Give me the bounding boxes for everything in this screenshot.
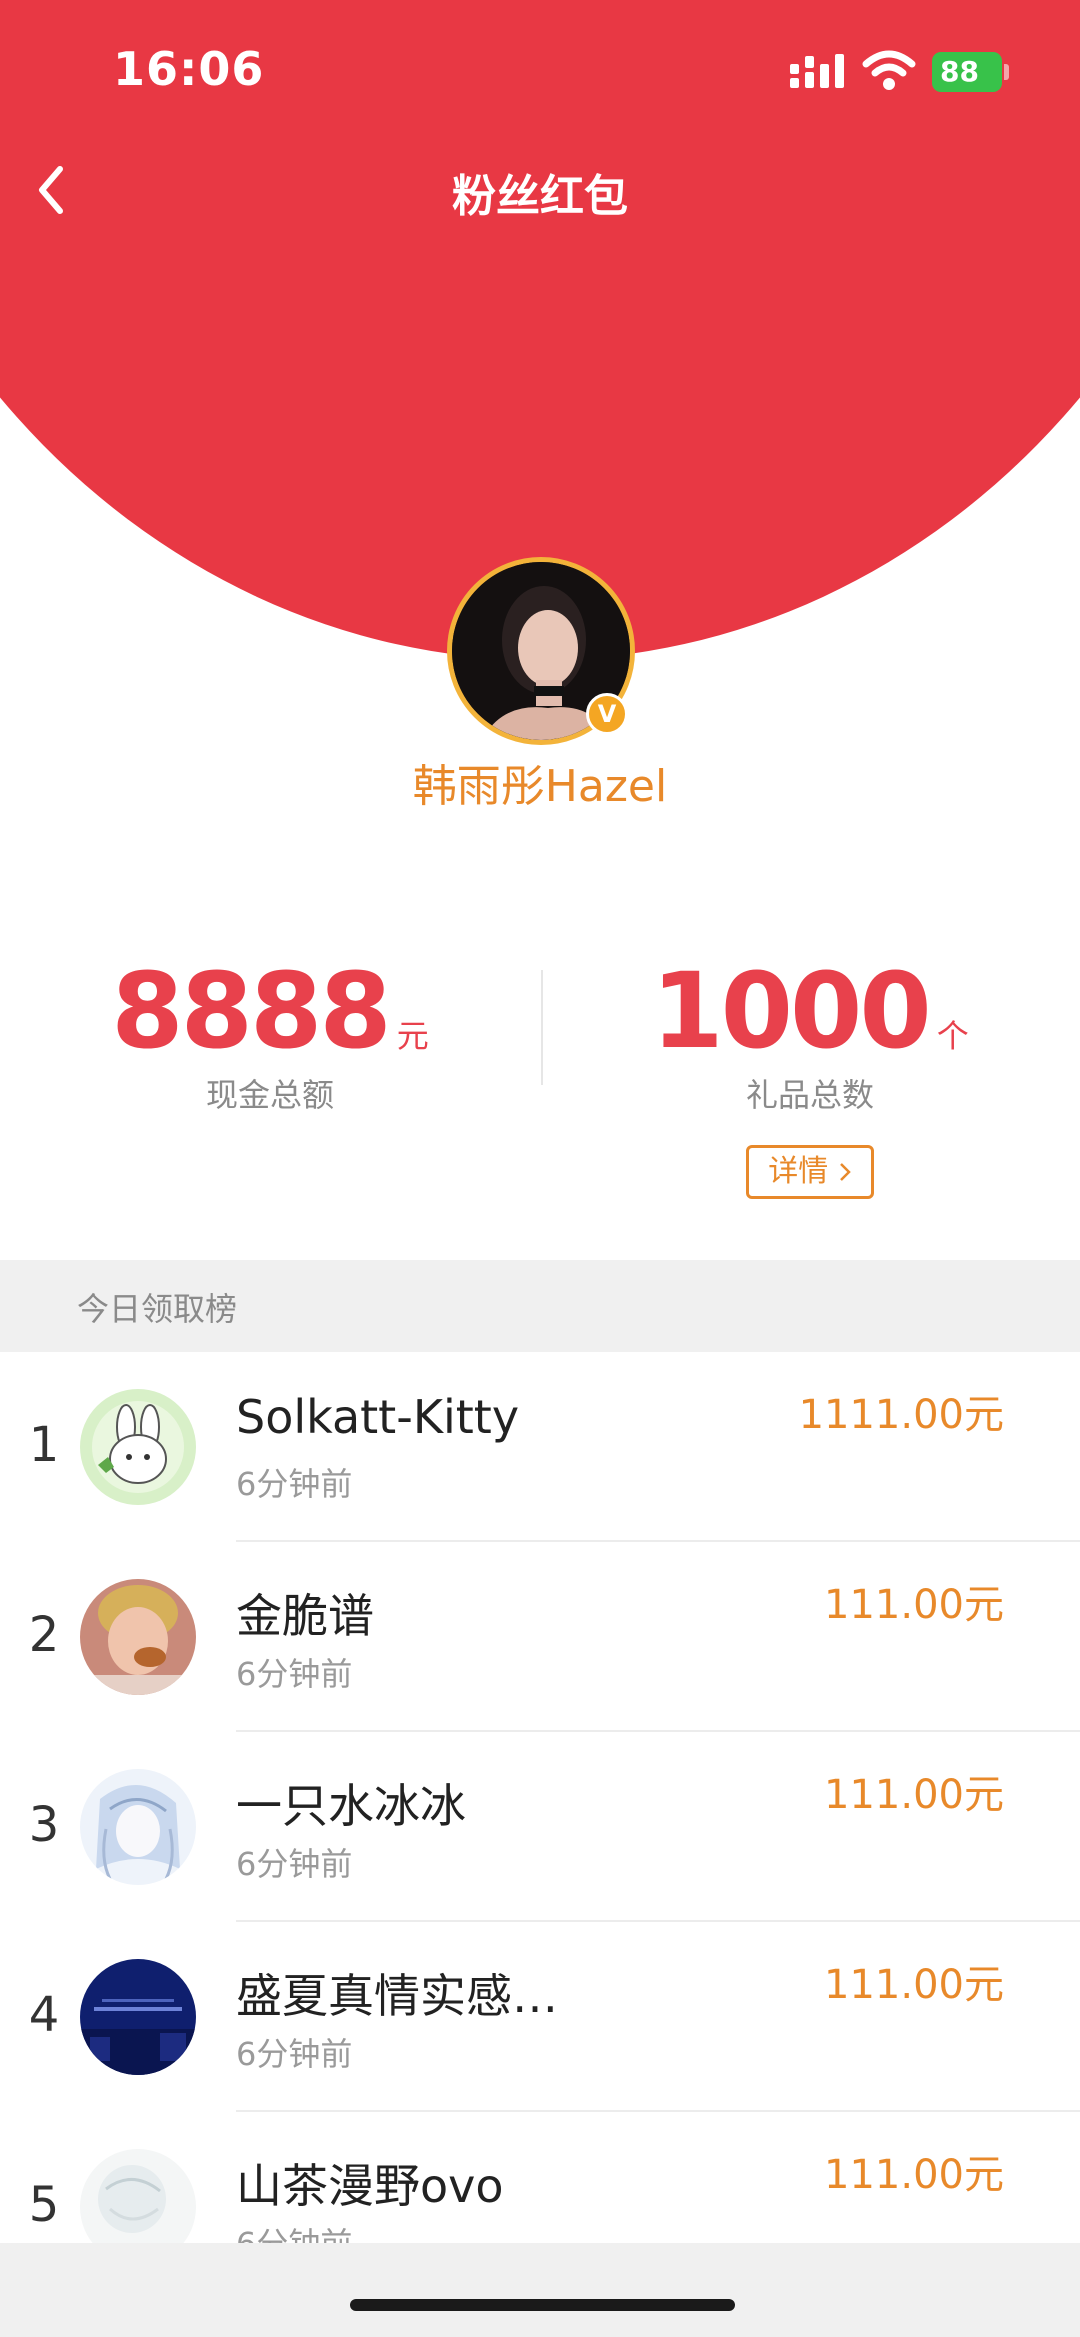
rank-number: 1 [28, 1417, 60, 1473]
user-name: 盛夏真情实感… [236, 1969, 558, 2023]
list-item[interactable]: 3 一只水冰冰 6分钟前 111.00元 [0, 1732, 1080, 1922]
gift-unit: 个 [936, 1017, 969, 1055]
chevron-right-icon [839, 1163, 851, 1181]
profile-name[interactable]: 韩雨彤Hazel [0, 750, 1080, 814]
cash-unit: 元 [396, 1017, 429, 1055]
cash-total-label: 现金总额 [205, 1076, 334, 1114]
leaderboard-title: 今日领取榜 [77, 1290, 238, 1328]
avatar[interactable] [80, 1769, 196, 1885]
claim-amount: 1111.00元 [798, 1392, 1004, 1438]
user-name: 山茶漫野ovo [236, 2159, 504, 2213]
cash-total-stat: 8888 元 现金总额 [0, 950, 540, 1116]
bottom-bar [0, 2243, 1080, 2337]
user-name: Solkatt-Kitty [236, 1390, 520, 1444]
signal-icon [790, 54, 844, 88]
avatar-image [80, 1769, 196, 1885]
rank-number: 3 [28, 1797, 60, 1853]
battery-level: 88 [940, 55, 979, 88]
avatar[interactable] [80, 1389, 196, 1505]
rank-number: 4 [28, 1987, 60, 2043]
page-title: 粉丝红包 [452, 171, 628, 222]
avatar[interactable] [80, 1959, 196, 2075]
claim-time: 6分钟前 [236, 1845, 353, 1883]
status-bar: 16:06 88 [0, 0, 1080, 140]
wifi-icon [862, 50, 916, 90]
verified-icon: V [586, 693, 628, 735]
status-time: 16:06 [113, 42, 265, 96]
detail-button[interactable]: 详情 [746, 1145, 874, 1199]
rank-number: 5 [28, 2177, 60, 2233]
avatar[interactable] [80, 1579, 196, 1695]
claim-amount: 111.00元 [824, 1582, 1004, 1628]
list-item[interactable]: 2 金脆谱 6分钟前 111.00元 [0, 1542, 1080, 1732]
claim-amount: 111.00元 [824, 1962, 1004, 2008]
battery-cap [1004, 64, 1009, 80]
claim-time: 6分钟前 [236, 1465, 353, 1503]
user-name: 金脆谱 [236, 1589, 374, 1643]
claim-time: 6分钟前 [236, 2035, 353, 2073]
list-item[interactable]: 1 Solkatt-Kitty 6分钟前 1111.00元 [0, 1352, 1080, 1542]
battery-icon: 88 [932, 52, 1002, 92]
avatar-image [80, 1389, 196, 1505]
gift-total-label: 礼品总数 [745, 1076, 874, 1114]
cash-total-value: 8888 [111, 950, 391, 1072]
gift-total-stat: 1000 个 礼品总数 [540, 950, 1080, 1116]
user-name: 一只水冰冰 [236, 1779, 466, 1833]
detail-button-label: 详情 [768, 1154, 829, 1189]
gift-total-value: 1000 [651, 950, 931, 1072]
avatar-image [80, 1579, 196, 1695]
claim-amount: 111.00元 [824, 1772, 1004, 1818]
rank-number: 2 [28, 1607, 60, 1663]
list-item[interactable]: 4 盛夏真情实感… 6分钟前 111.00元 [0, 1922, 1080, 2112]
avatar-image [80, 1959, 196, 2075]
claim-amount: 111.00元 [824, 2152, 1004, 2198]
leaderboard-header: 今日领取榜 [0, 1260, 1080, 1352]
claim-time: 6分钟前 [236, 1655, 353, 1693]
home-indicator[interactable] [350, 2299, 735, 2311]
